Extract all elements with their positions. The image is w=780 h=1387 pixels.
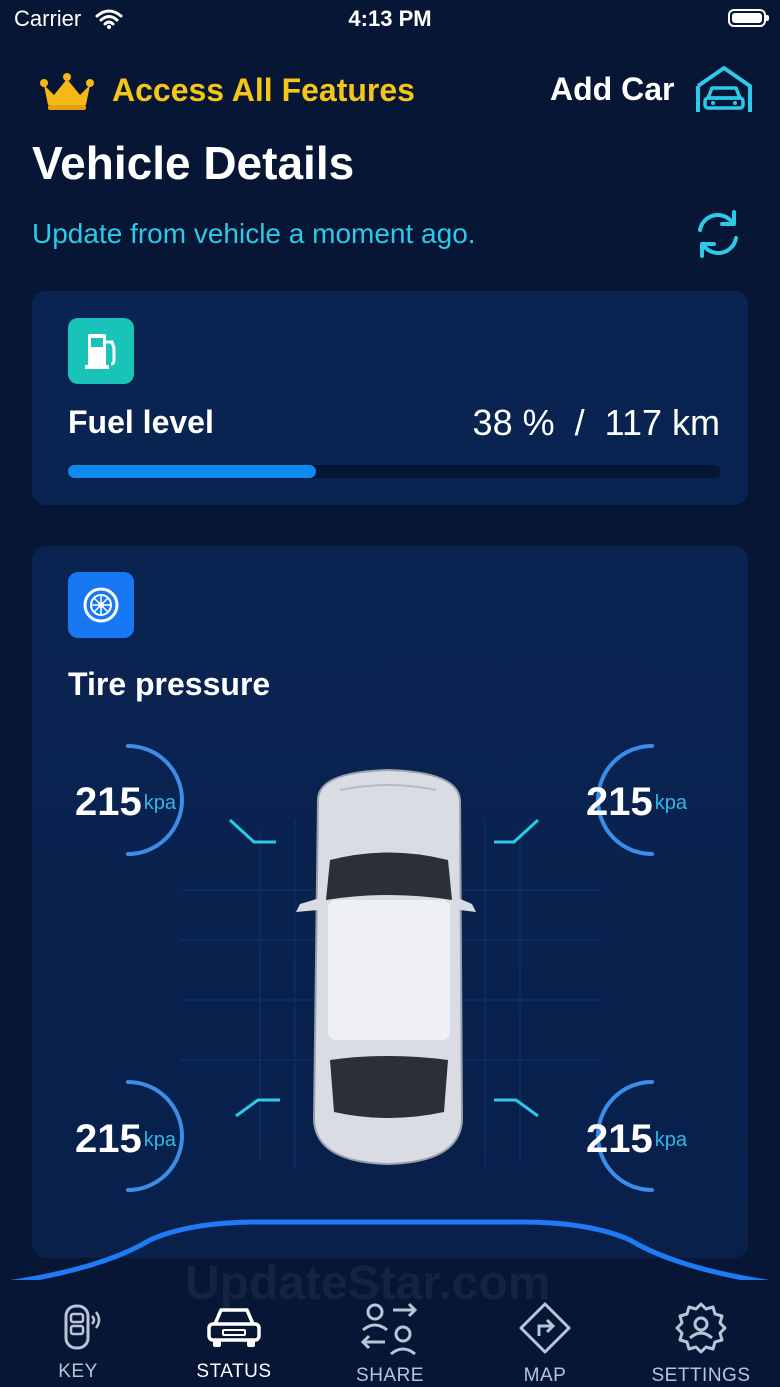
tire-front-right-value: 215 <box>586 780 653 824</box>
tire-front-left-value: 215 <box>75 780 142 824</box>
tab-key[interactable]: KEY <box>18 1300 138 1383</box>
update-status-text: Update from vehicle a moment ago. <box>32 218 476 249</box>
car-top-view <box>296 768 476 1166</box>
pressure-unit: kpa <box>143 1129 176 1151</box>
fuel-progress-fill <box>68 465 317 478</box>
tire-icon <box>68 572 134 638</box>
tab-settings-label: SETTINGS <box>651 1365 751 1386</box>
settings-gear-icon <box>675 1302 727 1354</box>
share-users-icon <box>360 1302 418 1356</box>
fuel-pump-icon <box>68 318 134 384</box>
fuel-level-label: Fuel level <box>68 404 214 440</box>
tab-map-label: MAP <box>523 1365 567 1386</box>
tire-rear-right-value: 215 <box>586 1117 653 1161</box>
tab-settings[interactable]: SETTINGS <box>641 1300 761 1387</box>
tire-pressure-label: Tire pressure <box>68 666 271 702</box>
tab-map[interactable]: MAP <box>485 1300 605 1387</box>
refresh-icon[interactable] <box>694 208 742 260</box>
car-key-icon <box>64 1304 101 1350</box>
pressure-unit: kpa <box>654 792 687 814</box>
page-title: Vehicle Details <box>32 137 355 189</box>
access-all-features-link[interactable]: Access All Features <box>112 72 415 109</box>
pressure-unit: kpa <box>654 1129 687 1151</box>
tab-status-label: STATUS <box>196 1361 272 1382</box>
tire-front-right-pressure: 215 kpa <box>586 780 687 825</box>
tab-status[interactable]: STATUS <box>174 1300 294 1383</box>
fuel-level-value: 38 % / 117 km <box>472 402 720 443</box>
pressure-unit: kpa <box>143 792 176 814</box>
tire-rear-left-value: 215 <box>75 1117 142 1161</box>
tire-rear-right-pressure: 215 kpa <box>586 1117 687 1162</box>
crown-icon[interactable] <box>38 71 96 111</box>
garage-car-icon[interactable] <box>694 64 754 116</box>
battery-icon <box>728 9 769 27</box>
tire-rear-left-pressure: 215 kpa <box>75 1117 176 1162</box>
tab-share[interactable]: SHARE <box>330 1300 450 1387</box>
car-icon <box>207 1308 261 1347</box>
tab-share-label: SHARE <box>356 1365 424 1386</box>
tire-front-left-pressure: 215 kpa <box>75 780 176 825</box>
map-direction-icon <box>519 1302 571 1354</box>
add-car-button[interactable]: Add Car <box>550 71 674 108</box>
fuel-progress-track <box>68 465 721 478</box>
status-time: 4:13 PM <box>348 6 432 31</box>
tab-key-label: KEY <box>58 1361 98 1382</box>
